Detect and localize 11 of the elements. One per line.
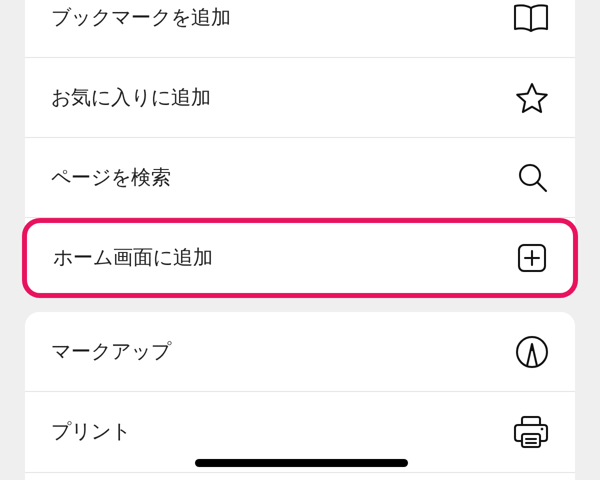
menu-item[interactable]: お気に入りに追加 — [25, 58, 575, 138]
pen-tip-icon — [515, 334, 549, 368]
search-icon — [517, 162, 549, 194]
menu-item[interactable]: マークアップ — [25, 312, 575, 392]
menu-item[interactable]: ブックマークを追加 — [25, 0, 575, 58]
menu-item[interactable]: プリント — [25, 392, 575, 472]
plus-square-icon — [517, 243, 547, 273]
book-icon — [513, 2, 549, 32]
menu-item[interactable]: ホーム画面に追加 — [22, 218, 578, 298]
printer-icon — [513, 415, 549, 449]
star-icon — [515, 82, 549, 114]
